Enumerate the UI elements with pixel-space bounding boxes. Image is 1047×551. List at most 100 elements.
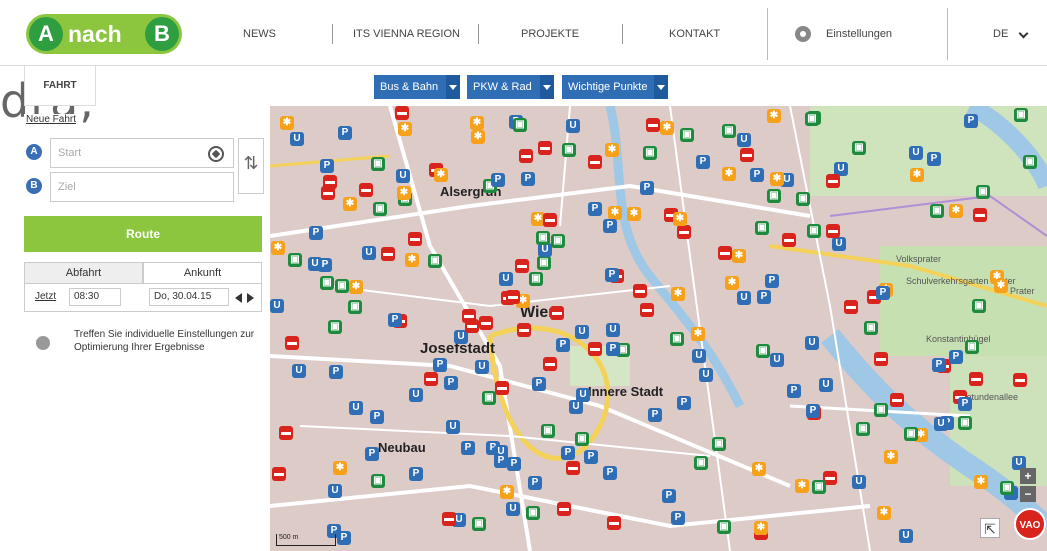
- point-of-interest-icon[interactable]: ✱: [608, 206, 622, 220]
- bike-station-icon[interactable]: ▣: [328, 320, 342, 334]
- bus-stop-icon[interactable]: ▬: [566, 461, 580, 475]
- parking-icon[interactable]: P: [461, 441, 475, 455]
- bus-stop-icon[interactable]: ▬: [826, 174, 840, 188]
- bus-stop-icon[interactable]: ▬: [442, 512, 456, 526]
- point-of-interest-icon[interactable]: ✱: [471, 130, 485, 144]
- zoom-out-button[interactable]: −: [1020, 486, 1036, 502]
- parking-icon[interactable]: P: [806, 404, 820, 418]
- bike-station-icon[interactable]: ▣: [805, 112, 819, 126]
- bus-stop-icon[interactable]: ▬: [519, 149, 533, 163]
- parking-icon[interactable]: P: [677, 396, 691, 410]
- bike-station-icon[interactable]: ▣: [373, 202, 387, 216]
- bus-stop-icon[interactable]: ▬: [272, 467, 286, 481]
- now-link[interactable]: Jetzt: [35, 291, 56, 302]
- parking-icon[interactable]: P: [556, 338, 570, 352]
- point-of-interest-icon[interactable]: ✱: [910, 168, 924, 182]
- point-of-interest-icon[interactable]: ✱: [994, 279, 1008, 293]
- point-of-interest-icon[interactable]: ✱: [877, 506, 891, 520]
- new-route-link[interactable]: Neue Fahrt: [24, 114, 79, 125]
- bike-station-icon[interactable]: ▣: [864, 321, 878, 335]
- bike-station-icon[interactable]: ▣: [976, 185, 990, 199]
- bus-stop-icon[interactable]: ▬: [515, 259, 529, 273]
- ubahn-icon[interactable]: U: [506, 502, 520, 516]
- bus-stop-icon[interactable]: ▬: [844, 300, 858, 314]
- point-of-interest-icon[interactable]: ✱: [725, 276, 739, 290]
- point-of-interest-icon[interactable]: ✱: [974, 475, 988, 489]
- parking-icon[interactable]: P: [605, 268, 619, 282]
- bus-stop-icon[interactable]: ▬: [607, 516, 621, 530]
- map-canvas[interactable]: Alsergrun Wien Josefstadt Innere Stadt N…: [270, 106, 1047, 551]
- bike-station-icon[interactable]: ▣: [670, 332, 684, 346]
- point-of-interest-icon[interactable]: ✱: [500, 485, 514, 499]
- ubahn-icon[interactable]: U: [349, 401, 363, 415]
- bike-station-icon[interactable]: ▣: [562, 143, 576, 157]
- ubahn-icon[interactable]: U: [538, 243, 552, 257]
- point-of-interest-icon[interactable]: ✱: [722, 167, 736, 181]
- bike-station-icon[interactable]: ▣: [348, 300, 362, 314]
- bus-stop-icon[interactable]: ▬: [381, 247, 395, 261]
- parking-icon[interactable]: P: [750, 168, 764, 182]
- nav-its-vienna-region[interactable]: ITS VIENNA REGION: [353, 28, 460, 40]
- bike-station-icon[interactable]: ▣: [428, 254, 442, 268]
- bus-stop-icon[interactable]: ▬: [424, 372, 438, 386]
- ubahn-icon[interactable]: U: [805, 336, 819, 350]
- parking-icon[interactable]: P: [588, 202, 602, 216]
- filter-pkw-rad[interactable]: PKW & Rad: [467, 75, 554, 99]
- ubahn-icon[interactable]: U: [270, 299, 284, 313]
- tab-arrival[interactable]: Ankunft: [143, 262, 262, 284]
- nav-news[interactable]: NEWS: [243, 28, 276, 40]
- parking-icon[interactable]: P: [964, 114, 978, 128]
- parking-icon[interactable]: P: [949, 350, 963, 364]
- bike-station-icon[interactable]: ▣: [1023, 155, 1037, 169]
- ubahn-icon[interactable]: U: [576, 388, 590, 402]
- point-of-interest-icon[interactable]: ✱: [280, 116, 294, 130]
- zoom-in-button[interactable]: +: [1020, 468, 1036, 484]
- parking-icon[interactable]: P: [365, 447, 379, 461]
- point-of-interest-icon[interactable]: ✱: [754, 521, 768, 535]
- bus-stop-icon[interactable]: ▬: [279, 426, 293, 440]
- bus-stop-icon[interactable]: ▬: [557, 502, 571, 516]
- bus-stop-icon[interactable]: ▬: [782, 233, 796, 247]
- next-day-icon[interactable]: [247, 293, 254, 303]
- filter-wichtige-punkte[interactable]: Wichtige Punkte: [562, 75, 668, 99]
- bike-station-icon[interactable]: ▣: [856, 422, 870, 436]
- point-of-interest-icon[interactable]: ✱: [397, 186, 411, 200]
- parking-icon[interactable]: P: [329, 365, 343, 379]
- bike-station-icon[interactable]: ▣: [712, 437, 726, 451]
- bike-station-icon[interactable]: ▣: [482, 391, 496, 405]
- parking-icon[interactable]: P: [603, 219, 617, 233]
- gear-icon[interactable]: [795, 26, 811, 42]
- ubahn-icon[interactable]: U: [832, 237, 846, 251]
- bike-station-icon[interactable]: ▣: [904, 427, 918, 441]
- bike-station-icon[interactable]: ▣: [529, 272, 543, 286]
- parking-icon[interactable]: P: [671, 511, 685, 525]
- ubahn-icon[interactable]: U: [328, 484, 342, 498]
- bike-station-icon[interactable]: ▣: [755, 221, 769, 235]
- parking-icon[interactable]: P: [338, 126, 352, 140]
- ubahn-icon[interactable]: U: [575, 325, 589, 339]
- parking-icon[interactable]: P: [532, 377, 546, 391]
- point-of-interest-icon[interactable]: ✱: [884, 450, 898, 464]
- bike-station-icon[interactable]: ▣: [513, 118, 527, 132]
- parking-icon[interactable]: P: [584, 450, 598, 464]
- bus-stop-icon[interactable]: ▬: [543, 357, 557, 371]
- ubahn-icon[interactable]: U: [475, 360, 489, 374]
- previous-day-icon[interactable]: [235, 293, 242, 303]
- ubahn-icon[interactable]: U: [362, 246, 376, 260]
- route-button[interactable]: Route: [24, 216, 262, 252]
- parking-icon[interactable]: P: [927, 152, 941, 166]
- bike-station-icon[interactable]: ▣: [958, 416, 972, 430]
- ubahn-icon[interactable]: U: [292, 364, 306, 378]
- point-of-interest-icon[interactable]: ✱: [434, 168, 448, 182]
- ubahn-icon[interactable]: U: [566, 119, 580, 133]
- ubahn-icon[interactable]: U: [699, 368, 713, 382]
- bus-stop-icon[interactable]: ▬: [506, 290, 520, 304]
- chevron-down-icon[interactable]: [1018, 28, 1029, 39]
- bike-station-icon[interactable]: ▣: [643, 146, 657, 160]
- ubahn-icon[interactable]: U: [446, 420, 460, 434]
- bike-station-icon[interactable]: ▣: [1000, 481, 1014, 495]
- nav-kontakt[interactable]: KONTAKT: [669, 28, 720, 40]
- parking-icon[interactable]: P: [765, 274, 779, 288]
- point-of-interest-icon[interactable]: ✱: [660, 121, 674, 135]
- time-input[interactable]: 08:30: [69, 288, 121, 306]
